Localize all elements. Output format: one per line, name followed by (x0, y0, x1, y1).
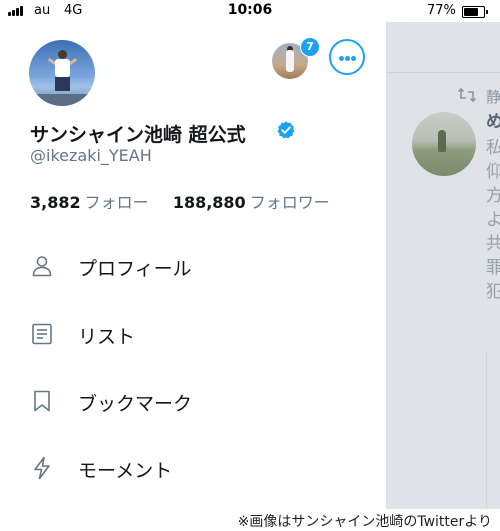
menu-item-profile[interactable]: プロフィール (0, 236, 386, 296)
followers-link[interactable]: 188,880 フォロワー (168, 193, 330, 212)
retweet-context-text: 静 (486, 88, 500, 106)
account-notification-badge: 7 (300, 37, 320, 57)
profile-avatar[interactable] (29, 40, 95, 106)
timeline-text-line: め (486, 112, 500, 132)
bookmark-icon (34, 390, 50, 412)
menu-item-label: モーメント (78, 460, 173, 482)
user-handle: @ikezaki_YEAH (30, 146, 152, 165)
lightning-icon (34, 456, 50, 480)
menu-item-label: プロフィール (78, 258, 192, 280)
menu-item-moments[interactable]: モーメント (0, 438, 386, 498)
person-icon (32, 256, 52, 277)
status-bar: au 4G 10:06 77% (0, 0, 500, 22)
caption-text: ※画像はサンシャイン池崎のTwitterより (237, 514, 492, 530)
timeline-text-line: 仰 (486, 162, 500, 182)
battery-icon (462, 6, 488, 18)
list-icon (32, 323, 52, 345)
image-caption: ※画像はサンシャイン池崎のTwitterより (0, 509, 500, 530)
timeline-text-line: 罪 (486, 258, 500, 278)
timeline-avatar[interactable] (412, 112, 476, 176)
timeline-overlay[interactable]: 静 め 私 仰 方 よ 共 罪 犯 (386, 22, 500, 514)
side-drawer: 7 サンシャイン池崎 超公式 @ikezaki_YEAH 3,882 フォロー 1… (0, 22, 386, 514)
timeline-card-edge (486, 352, 500, 514)
clock: 10:06 (227, 2, 273, 18)
followers-count: 188,880 (172, 193, 246, 212)
display-name[interactable]: サンシャイン池崎 超公式 (30, 120, 246, 147)
verified-icon (277, 121, 295, 139)
menu-item-label: ブックマーク (78, 393, 193, 415)
menu-item-label: リスト (78, 326, 136, 348)
menu-item-bookmarks[interactable]: ブックマーク (0, 371, 386, 431)
battery-percent: 77% (427, 3, 456, 18)
following-label: フォロー (84, 193, 149, 212)
timeline-divider (386, 72, 500, 73)
retweet-icon (458, 88, 476, 102)
timeline-text-line: 犯 (486, 282, 500, 302)
followers-label: フォロワー (249, 193, 330, 212)
timeline-text-line: よ (486, 210, 500, 230)
timeline-text-line: 方 (486, 186, 500, 206)
following-count: 3,882 (30, 193, 81, 212)
follow-stats: 3,882 フォロー 188,880 フォロワー (30, 189, 330, 213)
timeline-text-line: 共 (486, 234, 500, 254)
menu-item-lists[interactable]: リスト (0, 304, 386, 364)
more-accounts-button[interactable] (329, 39, 365, 75)
timeline-text-line: 私 (486, 138, 500, 158)
following-link[interactable]: 3,882 フォロー (30, 193, 154, 212)
